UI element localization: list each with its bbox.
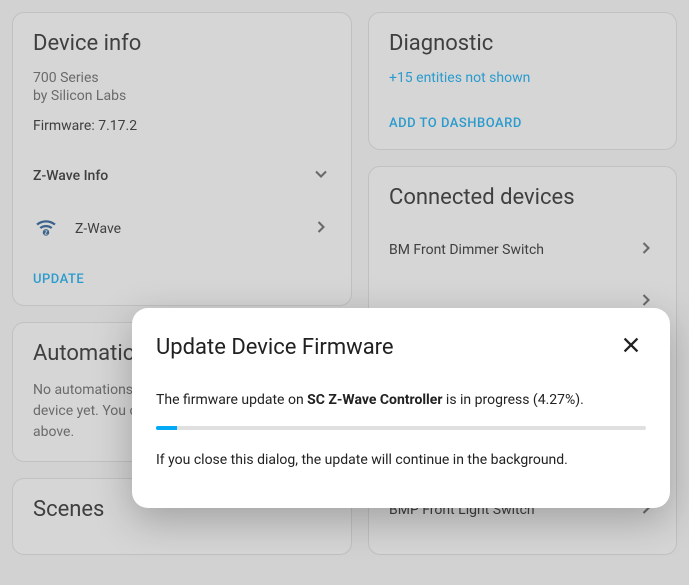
dialog-progress-text: The firmware update on SC Z-Wave Control…: [156, 392, 646, 408]
dialog-device-name: SC Z-Wave Controller: [307, 392, 442, 408]
dialog-title: Update Device Firmware: [156, 335, 394, 360]
dialog-note: If you close this dialog, the update wil…: [156, 452, 646, 468]
progress-bar: [156, 426, 646, 430]
update-firmware-dialog: Update Device Firmware The firmware upda…: [132, 308, 670, 508]
progress-fill: [156, 426, 177, 430]
close-button[interactable]: [616, 330, 646, 364]
close-icon: [620, 341, 642, 360]
